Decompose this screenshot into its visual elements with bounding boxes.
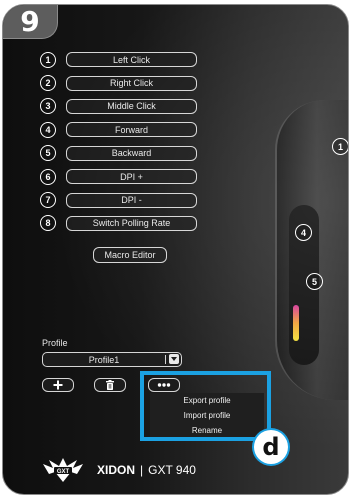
brand-footer: GXT XIDON | GXT 940	[41, 456, 196, 484]
software-panel: 9 1 4 5 1 Left Click 2 Right Click 3 Mid…	[2, 4, 349, 495]
button-row-3: 3 Middle Click	[40, 95, 197, 118]
button-number-badge: 4	[40, 121, 56, 138]
trust-gxt-logo-icon: GXT	[43, 458, 83, 482]
select-divider	[165, 355, 166, 364]
mouse-callout-4: 4	[295, 224, 312, 241]
assign-polling-rate-button[interactable]: Switch Polling Rate	[66, 215, 197, 231]
button-row-5: 5 Backward	[40, 142, 197, 165]
button-number-badge: 5	[40, 145, 56, 162]
mouse-rgb-led	[293, 305, 299, 341]
assign-dpi-down-button[interactable]: DPI -	[66, 192, 197, 208]
button-number-badge: 2	[40, 75, 56, 92]
profile-label: Profile	[42, 338, 68, 348]
plus-icon	[53, 380, 63, 390]
product-model: GXT 940	[148, 463, 196, 477]
button-row-1: 1 Left Click	[40, 48, 197, 71]
assign-right-click-button[interactable]: Right Click	[66, 75, 197, 91]
profile-select[interactable]: Profile1	[42, 352, 182, 367]
macro-editor-button[interactable]: Macro Editor	[93, 247, 167, 263]
step-number-badge: 9	[3, 5, 58, 39]
assign-middle-click-button[interactable]: Middle Click	[66, 98, 197, 114]
brand-separator: |	[140, 463, 144, 477]
button-number-badge: 6	[40, 168, 56, 185]
button-assignment-list: 1 Left Click 2 Right Click 3 Middle Clic…	[40, 48, 197, 235]
mouse-callout-1: 1	[332, 138, 348, 155]
mouse-callout-5: 5	[306, 273, 323, 290]
assign-dpi-up-button[interactable]: DPI +	[66, 169, 197, 185]
profile-more-options-button[interactable]	[148, 378, 180, 392]
button-number-badge: 8	[40, 215, 56, 232]
button-row-8: 8 Switch Polling Rate	[40, 212, 197, 235]
button-row-2: 2 Right Click	[40, 71, 197, 94]
button-number-badge: 1	[40, 51, 56, 68]
assign-backward-button[interactable]: Backward	[66, 145, 197, 161]
delete-profile-button[interactable]	[94, 378, 126, 392]
product-name: XIDON	[97, 463, 136, 477]
button-row-6: 6 DPI +	[40, 165, 197, 188]
assign-forward-button[interactable]: Forward	[66, 122, 197, 138]
screenshot-frame: 9 1 4 5 1 Left Click 2 Right Click 3 Mid…	[0, 0, 351, 497]
trash-icon	[106, 380, 114, 390]
ellipsis-icon	[157, 383, 171, 387]
chevron-down-icon[interactable]	[169, 354, 179, 364]
button-row-4: 4 Forward	[40, 118, 197, 141]
button-number-badge: 3	[40, 98, 56, 115]
svg-text:GXT: GXT	[57, 469, 70, 475]
sub-step-badge: d	[254, 430, 288, 464]
button-number-badge: 7	[40, 192, 56, 209]
profile-select-value: Profile1	[88, 354, 120, 365]
button-row-7: 7 DPI -	[40, 188, 197, 211]
add-profile-button[interactable]	[42, 378, 74, 392]
assign-left-click-button[interactable]: Left Click	[66, 52, 197, 68]
